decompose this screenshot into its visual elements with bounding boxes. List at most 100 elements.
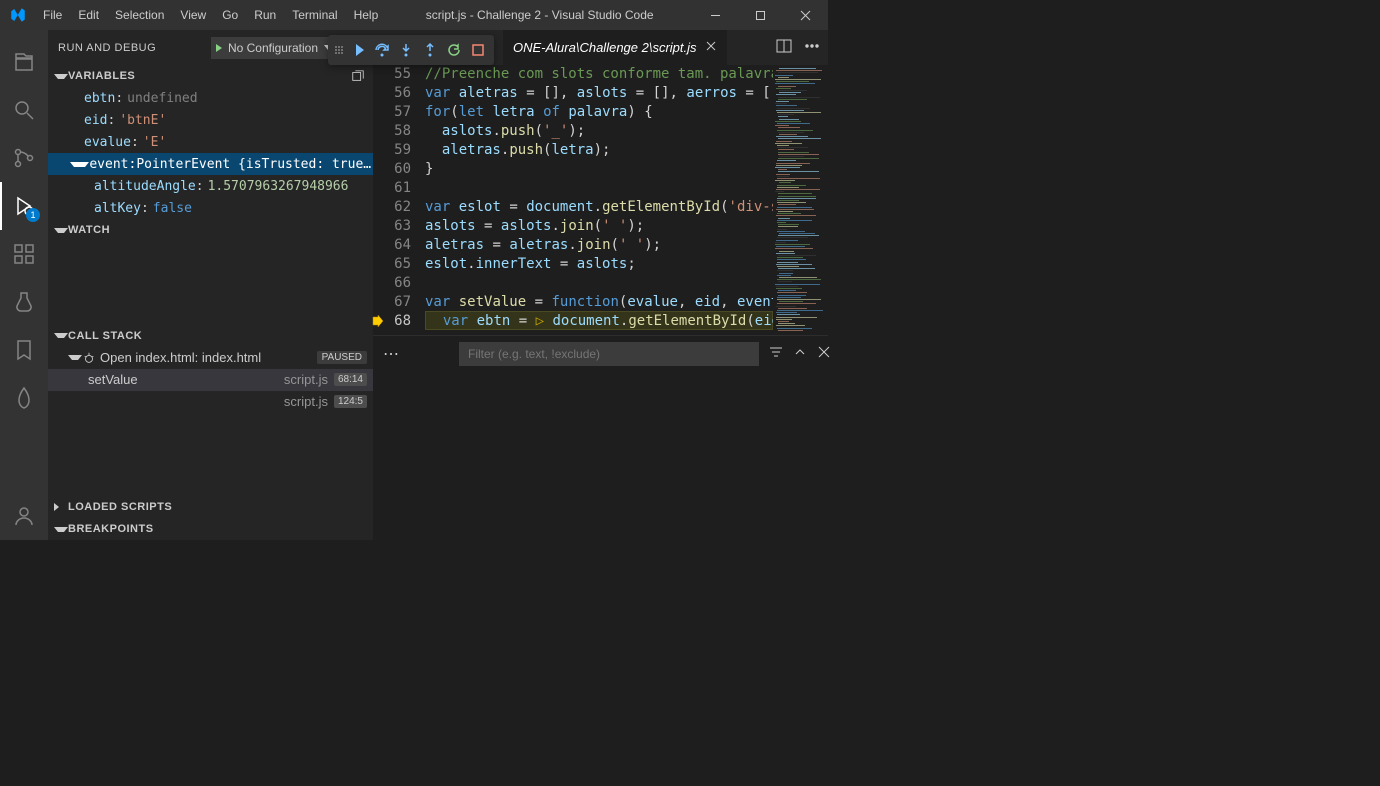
chevron-right-icon xyxy=(54,503,68,511)
code-line: aslots.push('_'); xyxy=(425,122,773,141)
line-number: 61 xyxy=(373,179,411,198)
callstack-frame[interactable]: script.js124:5 xyxy=(48,391,373,413)
tab-label: ONE-Alura\Challenge 2\script.js xyxy=(513,40,697,55)
code-area[interactable]: //Preenche com slots conforme tam. palav… xyxy=(425,65,773,335)
window-controls xyxy=(693,0,828,30)
editor-body[interactable]: 5556575859606162636465666768 //Preenche … xyxy=(373,65,828,335)
section-title: BREAKPOINTS xyxy=(68,523,367,535)
code-line: aslots = aslots.join(' '); xyxy=(425,217,773,236)
line-number: 68 xyxy=(373,312,411,331)
mongodb-icon[interactable] xyxy=(0,374,48,422)
restart-button[interactable] xyxy=(442,38,466,62)
section-title: VARIABLES xyxy=(68,70,349,82)
testing-icon[interactable] xyxy=(0,278,48,326)
account-icon[interactable] xyxy=(0,492,48,540)
code-line xyxy=(425,179,773,198)
section-title: WATCH xyxy=(68,224,367,236)
line-number: 56 xyxy=(373,84,411,103)
continue-button[interactable] xyxy=(346,38,370,62)
maximize-button[interactable] xyxy=(738,0,783,30)
line-number: 55 xyxy=(373,65,411,84)
stop-button[interactable] xyxy=(466,38,490,62)
breakpoints-section-header[interactable]: BREAKPOINTS xyxy=(48,518,373,540)
menu-file[interactable]: File xyxy=(35,8,70,22)
app-root: FileEditSelectionViewGoRunTerminalHelp s… xyxy=(0,0,828,540)
loaded-scripts-section-header[interactable]: LOADED SCRIPTS xyxy=(48,496,373,518)
close-button[interactable] xyxy=(783,0,828,30)
variable-row[interactable]: altKey: false xyxy=(48,197,373,219)
menu-go[interactable]: Go xyxy=(214,8,246,22)
run-debug-icon[interactable]: 1 xyxy=(0,182,48,230)
line-number: 63 xyxy=(373,217,411,236)
callstack-frame[interactable]: setValuescript.js68:14 xyxy=(48,369,373,391)
step-out-button[interactable] xyxy=(418,38,442,62)
callstack-section-header[interactable]: CALL STACK xyxy=(48,325,373,347)
panel-header: ⋯ xyxy=(373,336,828,371)
minimap[interactable] xyxy=(773,65,828,335)
watch-section-header[interactable]: WATCH xyxy=(48,219,373,241)
menu-run[interactable]: Run xyxy=(246,8,284,22)
panel-filter-icon[interactable] xyxy=(769,345,783,362)
menu-selection[interactable]: Selection xyxy=(107,8,172,22)
menu-edit[interactable]: Edit xyxy=(70,8,107,22)
variable-row[interactable]: altitudeAngle: 1.5707963267948966 xyxy=(48,175,373,197)
line-number: 62 xyxy=(373,198,411,217)
callstack-body: Open index.html: index.html PAUSED setVa… xyxy=(48,347,373,413)
activity-bar: 1 xyxy=(0,30,48,540)
line-number: 57 xyxy=(373,103,411,122)
source-control-icon[interactable] xyxy=(0,134,48,182)
search-icon[interactable] xyxy=(0,86,48,134)
variable-row[interactable]: eid: 'btnE' xyxy=(48,109,373,131)
panel-more-button[interactable]: ⋯ xyxy=(383,344,399,364)
variable-row-selected[interactable]: event: PointerEvent {isTrusted: true, … xyxy=(48,153,373,175)
extensions-icon[interactable] xyxy=(0,230,48,278)
minimize-button[interactable] xyxy=(693,0,738,30)
panel-filter xyxy=(459,342,759,366)
code-line: eslot.innerText = aslots; xyxy=(425,255,773,274)
watch-body xyxy=(48,241,373,325)
thread-name: Open index.html: index.html xyxy=(100,350,317,365)
drag-handle-icon[interactable] xyxy=(332,40,346,60)
bookmark-icon[interactable] xyxy=(0,326,48,374)
menu-view[interactable]: View xyxy=(172,8,214,22)
close-tab-button[interactable] xyxy=(705,40,717,55)
collapse-all-button[interactable] xyxy=(349,69,367,83)
main-area: 1 RUN AND DEBUG No Configuration xyxy=(0,30,828,540)
step-over-button[interactable] xyxy=(370,38,394,62)
debug-config-select[interactable]: No Configuration xyxy=(211,37,337,59)
chevron-down-icon xyxy=(54,228,68,233)
debug-badge: 1 xyxy=(26,208,40,222)
callstack-thread[interactable]: Open index.html: index.html PAUSED xyxy=(48,347,373,369)
code-line: var eslot = document.getElementById('div… xyxy=(425,198,773,217)
line-number: 65 xyxy=(373,255,411,274)
line-gutter: 5556575859606162636465666768 xyxy=(373,65,425,335)
variables-section-header[interactable]: VARIABLES xyxy=(48,65,373,87)
menu-terminal[interactable]: Terminal xyxy=(284,8,345,22)
bottom-panel: ⋯ xyxy=(373,335,828,540)
step-into-button[interactable] xyxy=(394,38,418,62)
variable-row[interactable]: ebtn: undefined xyxy=(48,87,373,109)
menu-help[interactable]: Help xyxy=(346,8,387,22)
section-title: CALL STACK xyxy=(68,330,367,342)
editor-actions xyxy=(776,38,828,57)
panel-actions xyxy=(769,345,831,362)
chevron-down-icon xyxy=(54,74,68,79)
split-editor-button[interactable] xyxy=(776,38,792,57)
editor-tabs: ONE-Alura\Challenge 2\script.js xyxy=(373,30,828,65)
editor-tab[interactable]: ONE-Alura\Challenge 2\script.js xyxy=(503,30,728,65)
menubar: FileEditSelectionViewGoRunTerminalHelp xyxy=(35,8,386,22)
panel-maximize-button[interactable] xyxy=(793,345,807,362)
filter-input[interactable] xyxy=(459,342,759,366)
more-actions-button[interactable] xyxy=(804,38,820,57)
line-number: 66 xyxy=(373,274,411,293)
section-title: LOADED SCRIPTS xyxy=(68,501,367,513)
line-number: 60 xyxy=(373,160,411,179)
explorer-icon[interactable] xyxy=(0,38,48,86)
sidebar-title: RUN AND DEBUG xyxy=(58,42,211,54)
panel-close-button[interactable] xyxy=(817,345,831,362)
sidebar-header: RUN AND DEBUG No Configuration xyxy=(48,30,373,65)
play-icon xyxy=(216,44,222,52)
window-title: script.js - Challenge 2 - Visual Studio … xyxy=(386,8,693,22)
code-line: for(let letra of palavra) { xyxy=(425,103,773,122)
variable-row[interactable]: evalue: 'E' xyxy=(48,131,373,153)
